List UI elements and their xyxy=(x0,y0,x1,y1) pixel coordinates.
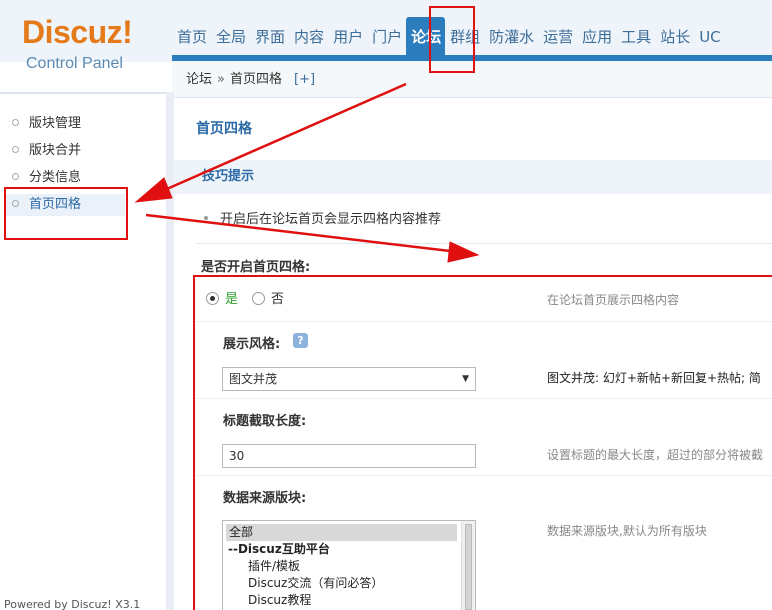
divider xyxy=(196,243,772,244)
nav-antispam[interactable]: 防灌水 xyxy=(484,22,538,54)
bullet-icon xyxy=(12,173,19,180)
sidebar-item-label: 版块管理 xyxy=(29,116,82,131)
add-shortcut-button[interactable]: [+] xyxy=(294,72,315,87)
bullet-icon xyxy=(12,119,19,126)
sidebar-item-label: 版块合并 xyxy=(29,143,82,158)
logo[interactable]: Discuz! Control Panel xyxy=(0,0,172,92)
nav-portal[interactable]: 门户 xyxy=(367,22,406,54)
tip-item: 开启后在论坛首页会显示四格内容推荐 xyxy=(204,208,441,227)
nav-founder[interactable]: 站长 xyxy=(655,22,694,54)
bullet-icon xyxy=(12,146,19,153)
arrow-to-settings-head xyxy=(447,241,480,263)
nav-style[interactable]: 界面 xyxy=(250,22,289,54)
logo-subtitle: Control Panel xyxy=(26,55,123,72)
bullet-icon xyxy=(204,215,208,220)
sidebar-divider xyxy=(166,92,174,610)
enable-label: 是否开启首页四格: xyxy=(201,260,311,275)
annotation-box-nav xyxy=(429,6,475,73)
breadcrumb-root[interactable]: 论坛 xyxy=(186,72,212,87)
sidebar-item-forum-merge[interactable]: 版块合并 xyxy=(12,140,81,162)
tips-header[interactable]: 技巧提示 xyxy=(174,160,772,194)
nav-home[interactable]: 首页 xyxy=(172,22,211,54)
nav-operation[interactable]: 运营 xyxy=(538,22,577,54)
logo-text: Discuz! xyxy=(22,14,133,50)
annotation-box-settings xyxy=(193,275,772,610)
nav-tools[interactable]: 工具 xyxy=(616,22,655,54)
page-title: 首页四格 xyxy=(196,121,252,137)
tip-text: 开启后在论坛首页会显示四格内容推荐 xyxy=(220,212,442,227)
sidebar-item-thread-types[interactable]: 分类信息 xyxy=(12,167,81,189)
powered-by: Powered by Discuz! X3.1 xyxy=(4,598,141,610)
sidebar-item-label: 分类信息 xyxy=(29,170,82,185)
nav-apps[interactable]: 应用 xyxy=(577,22,616,54)
sidebar-item-forum-manage[interactable]: 版块管理 xyxy=(12,113,81,135)
nav-content[interactable]: 内容 xyxy=(289,22,328,54)
nav-global[interactable]: 全局 xyxy=(211,22,250,54)
nav-ucenter[interactable]: UC xyxy=(694,22,724,54)
breadcrumb-current: 首页四格 xyxy=(229,72,282,87)
annotation-box-sidebar xyxy=(4,187,128,240)
breadcrumb-separator: » xyxy=(217,72,225,87)
nav-user[interactable]: 用户 xyxy=(328,22,367,54)
